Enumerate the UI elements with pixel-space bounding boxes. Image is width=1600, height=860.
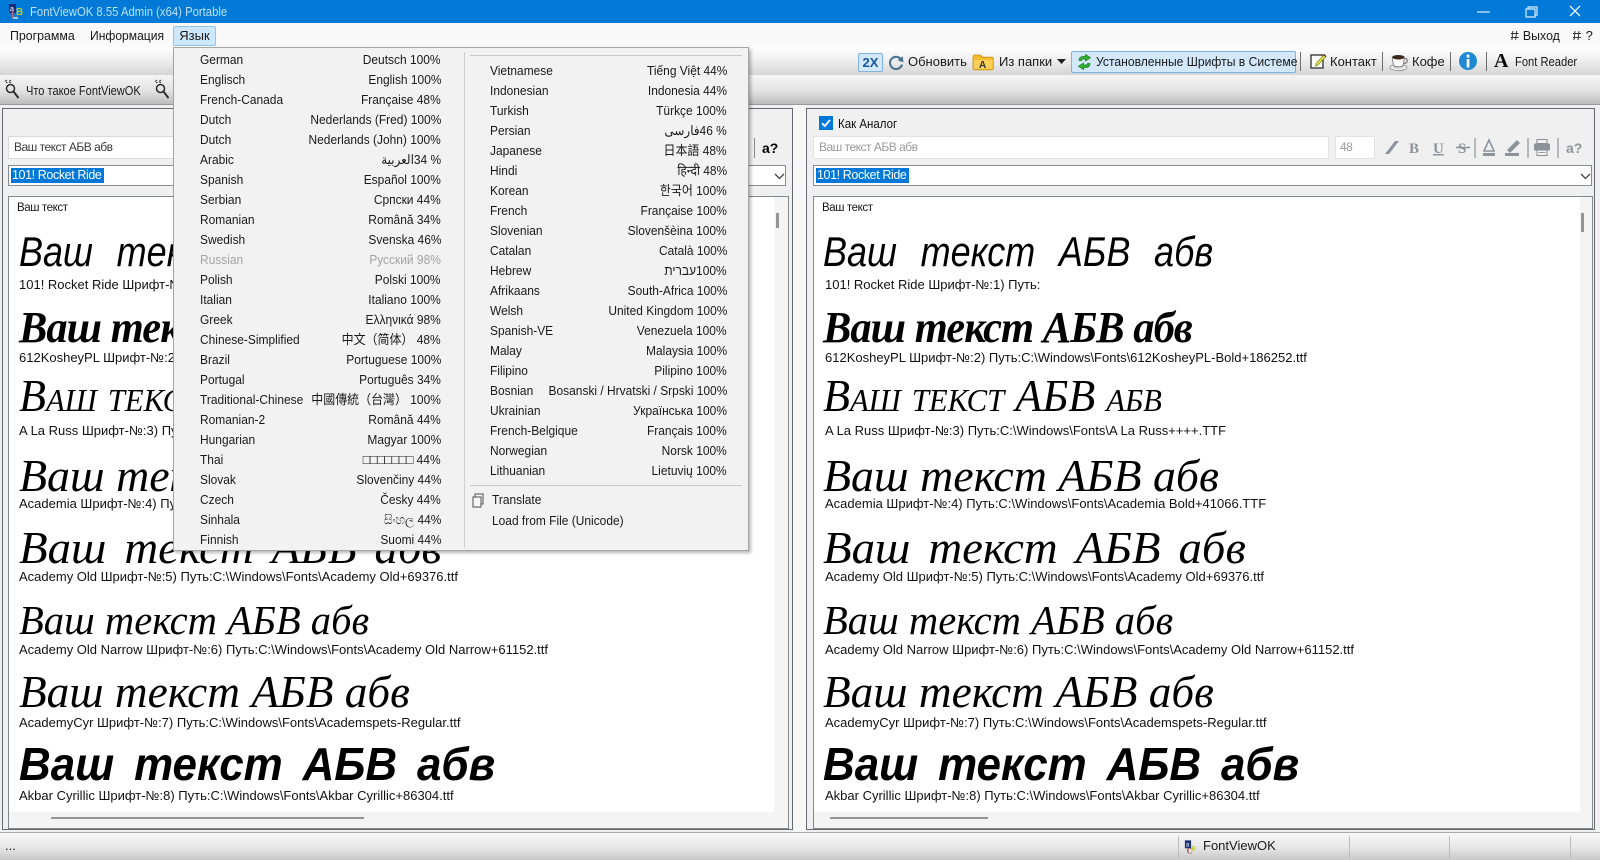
svg-text:B: B bbox=[1409, 141, 1419, 157]
svg-text:e: e bbox=[1191, 843, 1196, 853]
svg-text:B: B bbox=[16, 7, 23, 18]
svg-text:A: A bbox=[979, 60, 986, 71]
svg-text:a?: a? bbox=[1566, 140, 1582, 156]
svg-text:U: U bbox=[1433, 141, 1444, 157]
svg-text:S: S bbox=[1458, 141, 1466, 157]
